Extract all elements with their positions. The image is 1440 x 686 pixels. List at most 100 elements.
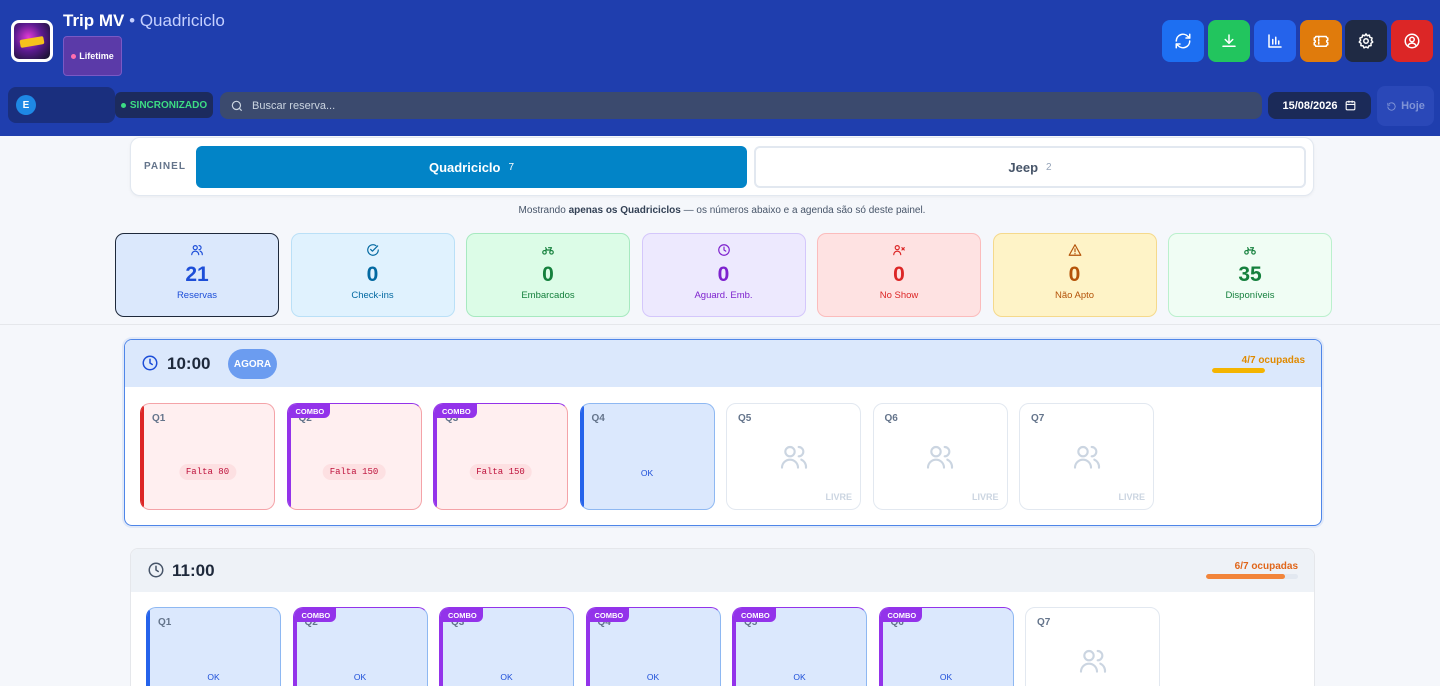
vehicle-name: Q1 bbox=[158, 617, 172, 628]
status-free: LIVRE bbox=[1118, 492, 1145, 502]
stat-label: Disponíveis bbox=[1225, 290, 1275, 301]
avatar: E bbox=[16, 95, 36, 115]
status-ok: OK bbox=[939, 672, 953, 682]
vehicle-card-q7[interactable]: Q7LIVRE bbox=[1019, 403, 1154, 510]
balance-due-pill: Falta 80 bbox=[178, 464, 237, 480]
stat-card-no-show[interactable]: 0 No Show bbox=[817, 233, 981, 317]
stat-label: Embarcados bbox=[521, 290, 575, 301]
logo-image bbox=[14, 23, 50, 59]
now-badge: AGORA bbox=[228, 349, 277, 379]
info-suffix: — os números abaixo e a agenda são só de… bbox=[680, 205, 926, 216]
sync-dot bbox=[120, 102, 126, 108]
stat-card-n-o-apto[interactable]: 0 Não Apto bbox=[992, 233, 1157, 317]
occupancy-fill bbox=[1212, 368, 1265, 373]
reset-icon bbox=[1387, 101, 1396, 111]
profile-button[interactable] bbox=[1391, 20, 1433, 62]
vehicle-card-q4[interactable]: Q4 COMBO OK bbox=[585, 607, 721, 686]
vehicle-card-q6[interactable]: Q6 COMBO OK bbox=[878, 607, 1014, 686]
check-circle-icon bbox=[292, 243, 454, 259]
bar-chart-icon bbox=[1268, 34, 1282, 48]
users-icon bbox=[1077, 645, 1109, 682]
stat-label: Aguard. Emb. bbox=[694, 290, 753, 301]
vehicle-card-q3[interactable]: Q3 COMBO Falta 150 bbox=[433, 403, 568, 510]
tab-label: Jeep bbox=[1008, 159, 1039, 175]
time-slot: 10:00 AGORA 4/7 ocupadas Q1 Falta 80 Q2 COMBO F… bbox=[124, 339, 1322, 526]
status-accent-bar bbox=[434, 404, 437, 509]
vehicle-card-q5[interactable]: Q5 COMBO OK bbox=[732, 607, 867, 686]
tab-quadriciclo[interactable]: Quadriciclo 7 bbox=[196, 146, 747, 188]
stat-card-embarcados[interactable]: 0 Embarcados bbox=[466, 233, 630, 317]
app-header: Trip MV • Quadriciclo Lifetime E SINCRON… bbox=[0, 0, 1440, 136]
status-ok: OK bbox=[353, 672, 367, 682]
status-ok: OK bbox=[646, 672, 660, 682]
vehicle-card-q6[interactable]: Q6 LIVRE bbox=[872, 403, 1008, 510]
vehicle-name: Q6 bbox=[884, 413, 898, 424]
combo-badge: COMBO bbox=[289, 404, 331, 418]
combo-badge: COMBO bbox=[588, 608, 630, 622]
reports-button[interactable] bbox=[1254, 20, 1296, 62]
status-free: LIVRE bbox=[971, 492, 999, 502]
stat-value: 0 bbox=[893, 263, 905, 286]
vehicle-card-q3[interactable]: Q3 COMBO OK bbox=[439, 607, 574, 686]
plan-badge: Lifetime bbox=[63, 36, 122, 76]
quad-bike-icon bbox=[467, 243, 629, 259]
download-button[interactable] bbox=[1208, 20, 1250, 62]
users-icon bbox=[778, 441, 810, 478]
tab-jeep[interactable]: Jeep 2 bbox=[754, 146, 1306, 188]
section-divider bbox=[0, 324, 1440, 325]
vehicle-card-q1[interactable]: Q1 Falta 80 bbox=[140, 403, 275, 510]
panel-info-text: Mostrando apenas os Quadriciclos — os nú… bbox=[0, 205, 1440, 216]
tickets-button[interactable] bbox=[1300, 20, 1342, 62]
user-x-icon bbox=[818, 243, 980, 259]
vehicle-name: Q7 bbox=[1037, 617, 1051, 628]
refresh-icon bbox=[1175, 33, 1191, 49]
today-label: Hoje bbox=[1401, 100, 1425, 112]
vehicle-name: Q1 bbox=[152, 413, 166, 424]
combo-badge: COMBO bbox=[436, 404, 477, 418]
panel-label: PAINEL bbox=[144, 161, 186, 172]
occupancy-text: 6/7 ocupadas bbox=[1234, 561, 1298, 572]
status-accent-bar bbox=[580, 404, 584, 509]
stat-card-aguard-emb[interactable]: 0 Aguard. Emb. bbox=[641, 233, 806, 317]
user-chip[interactable]: E bbox=[8, 87, 115, 123]
app-logo bbox=[11, 20, 53, 62]
search-bar[interactable] bbox=[220, 92, 1262, 119]
clock-icon bbox=[147, 561, 165, 579]
panel-selector: PAINEL Quadriciclo 7 Jeep 2 bbox=[130, 137, 1314, 196]
occupancy-text: 4/7 ocupadas bbox=[1241, 355, 1305, 366]
vehicle-card-q1[interactable]: Q1 OK bbox=[146, 607, 281, 686]
sync-status-badge: SINCRONIZADO bbox=[115, 92, 213, 118]
search-input[interactable] bbox=[252, 99, 1152, 112]
calendar-icon bbox=[1345, 100, 1355, 111]
tab-label: Quadriciclo bbox=[428, 159, 501, 175]
vehicle-card-q7[interactable]: Q7LIVRE bbox=[1025, 607, 1160, 686]
stat-card-reservas[interactable]: 21 Reservas bbox=[115, 233, 279, 317]
stat-label: Não Apto bbox=[1054, 290, 1095, 301]
app-name: Trip MV bbox=[63, 11, 125, 30]
combo-badge: COMBO bbox=[735, 608, 776, 622]
stat-label: Check-ins bbox=[351, 290, 394, 301]
today-button[interactable]: Hoje bbox=[1377, 86, 1434, 126]
title-separator: • bbox=[124, 11, 140, 30]
date-picker[interactable]: 15/08/2026 bbox=[1268, 92, 1371, 119]
time-slot-header: 10:00 AGORA 4/7 ocupadas bbox=[125, 340, 1321, 387]
vehicle-name: Q5 bbox=[738, 413, 752, 424]
status-ok: OK bbox=[500, 672, 513, 682]
users-icon bbox=[116, 243, 278, 259]
settings-button[interactable] bbox=[1345, 20, 1387, 62]
vehicle-card-q4[interactable]: Q4 OK bbox=[579, 403, 715, 510]
vehicle-card-q5[interactable]: Q5 LIVRE bbox=[726, 403, 861, 510]
status-accent-bar bbox=[287, 404, 291, 509]
stat-card-check-ins[interactable]: 0 Check-ins bbox=[290, 233, 455, 317]
info-prefix: Mostrando bbox=[518, 205, 569, 216]
stat-card-dispon-veis[interactable]: 35 Disponíveis bbox=[1168, 233, 1332, 317]
vehicle-card-q2[interactable]: Q2 COMBO Falta 150 bbox=[286, 403, 422, 510]
app-title: Trip MV • Quadriciclo bbox=[63, 11, 225, 31]
balance-due-pill: Falta 150 bbox=[322, 464, 386, 480]
time-slot-header: 11:00 6/7 ocupadas bbox=[131, 549, 1314, 592]
refresh-button[interactable] bbox=[1162, 20, 1204, 62]
tab-count: 2 bbox=[1046, 161, 1052, 173]
status-accent-bar bbox=[141, 404, 144, 509]
stat-value: 0 bbox=[1068, 263, 1081, 286]
vehicle-card-q2[interactable]: Q2 COMBO OK bbox=[292, 607, 428, 686]
